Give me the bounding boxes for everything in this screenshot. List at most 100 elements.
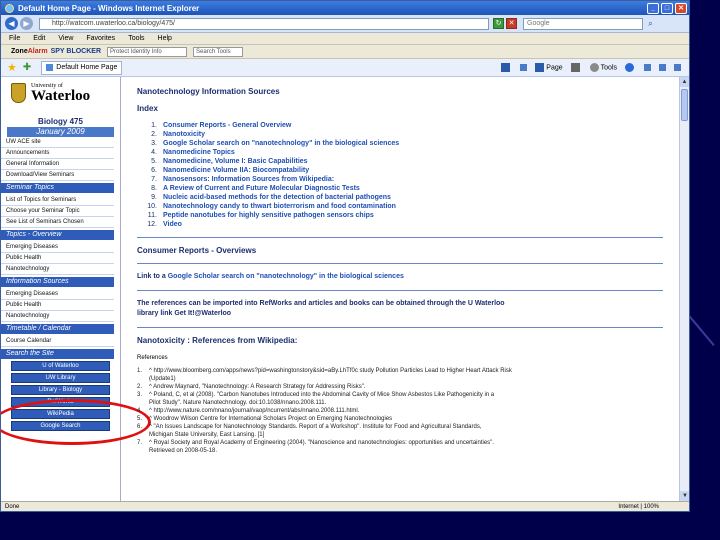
refworks-text: The references can be imported into RefW… <box>137 300 505 307</box>
page-menu[interactable]: Page <box>535 63 563 72</box>
sidebar-item-overview-nanotechnology[interactable]: Nanotechnology <box>1 264 114 275</box>
sidebar-item-list-topics[interactable]: List of Topics for Seminars <box>1 195 114 206</box>
scroll-up-icon[interactable]: ▲ <box>680 77 689 87</box>
scroll-thumb[interactable] <box>681 89 688 121</box>
status-bar: Done Internet | 100% <box>1 501 689 511</box>
minimize-button[interactable]: _ <box>647 2 659 14</box>
scholar-link-text: Link to a Google Scholar search on "nano… <box>137 273 404 280</box>
menu-bar: File Edit View Favorites Tools Help <box>1 33 689 45</box>
index-item[interactable]: 6. Nanomedicine Volume IIA: Biocompatabil… <box>137 166 663 175</box>
extra-tool-icon[interactable] <box>674 63 681 71</box>
command-bar: Page Tools <box>501 63 681 72</box>
zonealarm-toolbar: ZoneAlarm SPY BLOCKER Protect Identity I… <box>1 45 689 59</box>
identity-field[interactable]: Protect Identity Info <box>107 46 188 57</box>
divider <box>137 263 663 264</box>
index-item[interactable]: 3. Google Scholar search on "nanotechnolo… <box>137 139 663 148</box>
sidebar-heading-topics-overview: Topics - Overview <box>1 230 114 240</box>
refworks-button[interactable]: RefWorks <box>11 397 110 407</box>
index-item[interactable]: 7. Nanosensors: Information Sources from … <box>137 175 663 184</box>
consumer-reports-heading: Consumer Reports - Overviews <box>137 246 257 255</box>
forward-arrow-icon[interactable]: ▶ <box>20 17 33 30</box>
back-arrow-icon[interactable]: ◀ <box>5 17 18 30</box>
sidebar-item-announcements[interactable]: Announcements <box>1 148 114 159</box>
index-heading: Index <box>137 104 158 113</box>
messenger-icon[interactable] <box>659 63 666 71</box>
index-item[interactable]: 5. Nanomedicine, Volume I: Basic Capabili… <box>137 157 663 166</box>
index-item[interactable]: 1. Consumer Reports - General Overview <box>137 121 663 130</box>
index-item[interactable]: 8. A Review of Current and Future Molecul… <box>137 184 663 193</box>
menu-help[interactable]: Help <box>158 35 172 42</box>
menu-view[interactable]: View <box>58 35 73 42</box>
zonealarm-logo: ZoneAlarm <box>11 48 48 55</box>
tab-default-home-page[interactable]: Default Home Page <box>41 60 123 75</box>
page-menu-icon <box>535 63 545 72</box>
print-icon[interactable] <box>570 63 582 72</box>
reference-item: 4. ^ http://www.nature.com/nnano/journal/… <box>137 408 360 414</box>
divider <box>137 327 663 328</box>
references-list: 1. ^ http://www.bloomberg.com/apps/news?p… <box>137 367 663 455</box>
tools-menu[interactable]: Tools <box>589 63 617 72</box>
index-item[interactable]: 9. Nucleic acid-based methods for the det… <box>137 193 663 202</box>
sidebar-item-info-public-health[interactable]: Public Health <box>1 300 114 311</box>
reference-item: Pilot Study". Nature Nanotechnology. doi… <box>149 400 327 406</box>
stop-icon[interactable]: ✕ <box>506 18 517 29</box>
favorites-star-icon[interactable]: ★ <box>7 61 17 74</box>
reference-item: 7. ^ Royal Society and Royal Academy of E… <box>137 440 494 446</box>
search-icon[interactable]: ⌕ <box>645 18 656 29</box>
uwaterloo-button[interactable]: U of Waterloo <box>11 361 110 371</box>
crest-icon <box>11 83 26 103</box>
zone-search-field[interactable]: Search Tools <box>193 46 244 57</box>
index-item[interactable]: 10. Nanotechnology candy to thwart bioter… <box>137 202 663 211</box>
home-icon[interactable] <box>501 63 512 72</box>
index-item[interactable]: 11. Peptide nanotubes for highly sensitiv… <box>137 211 663 220</box>
refresh-icon[interactable]: ↻ <box>493 18 504 29</box>
wikipedia-button[interactable]: WikiPedia <box>11 409 110 419</box>
search-input[interactable]: Google <box>523 17 643 30</box>
uw-library-button[interactable]: UW Library <box>11 373 110 383</box>
divider <box>137 237 663 238</box>
maximize-button[interactable]: □ <box>661 2 673 14</box>
spy-blocker-label[interactable]: SPY BLOCKER <box>51 48 101 55</box>
sidebar-item-course-calendar[interactable]: Course Calendar <box>1 336 114 347</box>
sidebar-item-uw-ace[interactable]: UW ACE site <box>1 137 114 148</box>
sidebar-item-info-emerging-diseases[interactable]: Emerging Diseases <box>1 289 114 300</box>
menu-file[interactable]: File <box>9 35 20 42</box>
sidebar-item-overview-public-health[interactable]: Public Health <box>1 253 114 264</box>
sidebar-heading-timetable: Timetable / Calendar <box>1 324 114 334</box>
scroll-down-icon[interactable]: ▼ <box>680 491 689 501</box>
course-term: January 2009 <box>7 127 114 137</box>
waterloo-logo[interactable]: University of Waterloo <box>1 77 120 117</box>
vertical-scrollbar[interactable]: ▲ ▼ <box>679 77 689 501</box>
main-content: Nanotechnology Information Sources Index… <box>121 77 679 501</box>
sidebar-heading-info-sources: Information Sources <box>1 277 114 287</box>
menu-tools[interactable]: Tools <box>128 35 144 42</box>
add-favorites-icon[interactable]: ✚ <box>23 62 31 73</box>
sidebar-heading-search-site: Search the Site <box>1 349 114 359</box>
index-item[interactable]: 2. Nanotoxicity <box>137 130 663 139</box>
sidebar-item-overview-emerging-diseases[interactable]: Emerging Diseases <box>1 242 114 253</box>
sidebar-item-info-nanotechnology[interactable]: Nanotechnology <box>1 311 114 322</box>
get-it-link[interactable]: library link Get It!@Waterloo <box>137 309 663 319</box>
sidebar-heading-seminar-topics: Seminar Topics <box>1 183 114 193</box>
close-button[interactable]: ✕ <box>675 2 687 14</box>
course-name: Biology 475 <box>38 117 83 126</box>
google-search-button[interactable]: Google Search <box>11 421 110 431</box>
menu-edit[interactable]: Edit <box>33 35 45 42</box>
index-item[interactable]: 4. Nanomedicine Topics <box>137 148 663 157</box>
menu-favorites[interactable]: Favorites <box>86 35 115 42</box>
sidebar-item-choose-topic[interactable]: Choose your Seminar Topic <box>1 206 114 217</box>
sidebar-item-general-info[interactable]: General Information <box>1 159 114 170</box>
index-item[interactable]: 12. Video <box>137 220 663 229</box>
reference-item: Retrieved on 2008-05-18. <box>149 448 218 454</box>
url-input[interactable]: http://watcom.uwaterloo.ca/biology/475/ <box>39 17 489 30</box>
help-icon[interactable] <box>625 63 636 72</box>
ie-icon <box>5 3 14 13</box>
zone-status: Internet | 100% <box>618 504 659 510</box>
feeds-icon[interactable] <box>520 63 528 71</box>
sidebar-item-seminars-chosen[interactable]: See List of Seminars Chosen <box>1 217 114 228</box>
sidebar-item-seminars-download[interactable]: Download/View Seminars <box>1 170 114 181</box>
scholar-link[interactable]: Google Scholar search on "nanotechnology… <box>168 273 404 280</box>
nanotoxicity-heading: Nanotoxicity : References from Wikipedia… <box>137 336 298 345</box>
library-biology-button[interactable]: Library - Biology <box>11 385 110 395</box>
research-icon[interactable] <box>644 63 651 71</box>
